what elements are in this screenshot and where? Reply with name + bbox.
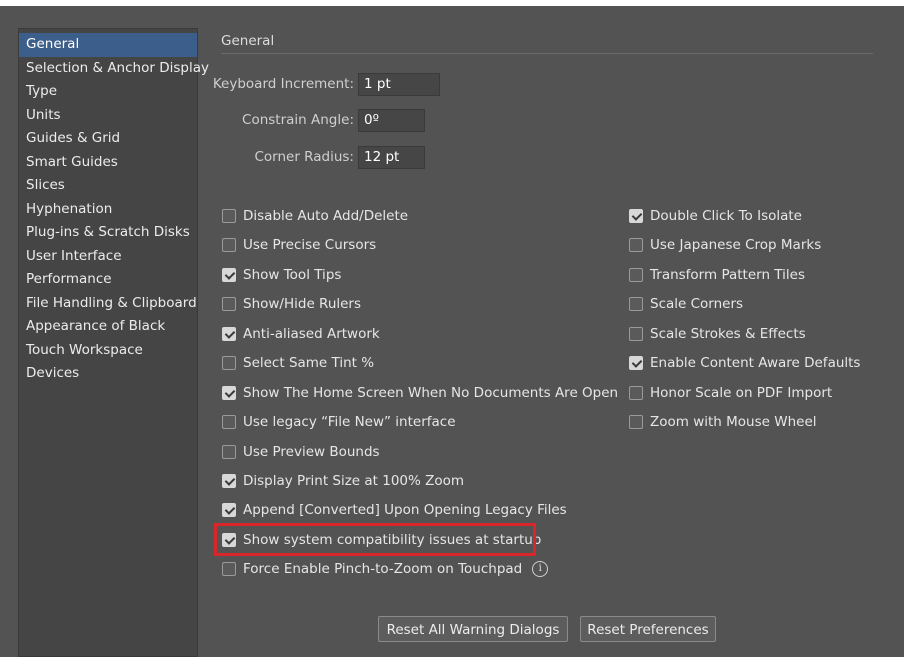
option-label: Force Enable Pinch-to-Zoom on Touchpad [243, 561, 523, 577]
sidebar-item-type[interactable]: Type [19, 80, 197, 104]
checkbox[interactable] [222, 238, 236, 252]
option-use-preview-bounds[interactable]: Use Preview Bounds [222, 441, 380, 463]
option-label: Disable Auto Add/Delete [243, 208, 409, 224]
option-label: Anti-aliased Artwork [243, 326, 380, 342]
keyboard-increment-label: Keyboard Increment: [212, 76, 354, 92]
checkbox[interactable] [222, 415, 236, 429]
highlight-annotation [214, 523, 536, 556]
checkbox[interactable] [222, 445, 236, 459]
option-disable-auto-add-delete[interactable]: Disable Auto Add/Delete [222, 205, 408, 227]
constrain-angle-input[interactable]: 0º [358, 109, 425, 132]
checkbox[interactable] [222, 356, 236, 370]
option-append-converted[interactable]: Append [Converted] Upon Opening Legacy F… [222, 499, 567, 521]
reset-all-warning-dialogs-button[interactable]: Reset All Warning Dialogs [378, 616, 568, 642]
option-show-tool-tips[interactable]: Show Tool Tips [222, 264, 341, 286]
option-force-pinch-to-zoom[interactable]: Force Enable Pinch-to-Zoom on Touchpad i [222, 558, 549, 580]
sidebar-item-guides-grid[interactable]: Guides & Grid [19, 127, 197, 151]
option-show-hide-rulers[interactable]: Show/Hide Rulers [222, 293, 361, 315]
option-double-click-to-isolate[interactable]: Double Click To Isolate [629, 205, 802, 227]
checkbox[interactable] [629, 238, 643, 252]
window-top-strip [0, 0, 904, 6]
option-label: Transform Pattern Tiles [650, 267, 805, 283]
option-scale-corners[interactable]: Scale Corners [629, 293, 743, 315]
checkbox[interactable] [222, 327, 236, 341]
option-use-precise-cursors[interactable]: Use Precise Cursors [222, 234, 376, 256]
keyboard-increment-input[interactable]: 1 pt [358, 73, 440, 96]
checkbox[interactable] [629, 327, 643, 341]
option-label: Show Tool Tips [243, 267, 342, 283]
checkbox[interactable] [222, 209, 236, 223]
checkbox[interactable] [222, 562, 236, 576]
section-title: General [221, 33, 275, 49]
sidebar-item-units[interactable]: Units [19, 104, 197, 128]
checkbox[interactable] [222, 474, 236, 488]
checkbox[interactable] [222, 297, 236, 311]
sidebar-item-selection-anchor-display[interactable]: Selection & Anchor Display [19, 57, 209, 81]
option-anti-aliased-artwork[interactable]: Anti-aliased Artwork [222, 323, 380, 345]
option-select-same-tint[interactable]: Select Same Tint % [222, 352, 374, 374]
option-label: Use Japanese Crop Marks [650, 237, 822, 253]
corner-radius-input[interactable]: 12 pt [358, 146, 425, 169]
option-label: Double Click To Isolate [650, 208, 802, 224]
preferences-sidebar: General Selection & Anchor Display Type … [18, 28, 209, 657]
constrain-angle-label: Constrain Angle: [242, 112, 354, 128]
corner-radius-label: Corner Radius: [254, 149, 354, 165]
option-label: Show/Hide Rulers [243, 296, 362, 312]
option-scale-strokes-effects[interactable]: Scale Strokes & Effects [629, 323, 806, 345]
sidebar-item-slices[interactable]: Slices [19, 174, 197, 198]
sidebar-item-user-interface[interactable]: User Interface [19, 245, 197, 269]
sidebar-item-file-handling-clipboard[interactable]: File Handling & Clipboard [19, 292, 197, 316]
option-show-home-screen[interactable]: Show The Home Screen When No Documents A… [222, 382, 618, 404]
sidebar-item-appearance-of-black[interactable]: Appearance of Black [19, 315, 197, 339]
option-label: Show The Home Screen When No Documents A… [243, 385, 619, 401]
sidebar-item-hyphenation[interactable]: Hyphenation [19, 198, 197, 222]
sidebar-item-smart-guides[interactable]: Smart Guides [19, 151, 197, 175]
sidebar-item-plugins-scratch-disks[interactable]: Plug-ins & Scratch Disks [19, 221, 197, 245]
checkbox[interactable] [222, 386, 236, 400]
option-label: Enable Content Aware Defaults [650, 355, 861, 371]
option-zoom-with-mouse-wheel[interactable]: Zoom with Mouse Wheel [629, 411, 817, 433]
option-label: Scale Strokes & Effects [650, 326, 806, 342]
option-label: Select Same Tint % [243, 355, 375, 371]
checkbox[interactable] [629, 386, 643, 400]
checkbox[interactable] [629, 209, 643, 223]
option-label: Honor Scale on PDF Import [650, 385, 833, 401]
option-display-print-size[interactable]: Display Print Size at 100% Zoom [222, 470, 464, 492]
option-use-legacy-file-new[interactable]: Use legacy “File New” interface [222, 411, 456, 433]
section-divider [221, 53, 873, 54]
option-label: Use Preview Bounds [243, 444, 380, 460]
sidebar-item-general[interactable]: General [19, 33, 197, 57]
checkbox[interactable] [629, 415, 643, 429]
option-label: Use legacy “File New” interface [243, 414, 456, 430]
checkbox[interactable] [629, 356, 643, 370]
checkbox[interactable] [629, 268, 643, 282]
sidebar-list: General Selection & Anchor Display Type … [19, 29, 209, 386]
reset-preferences-button[interactable]: Reset Preferences [580, 616, 716, 642]
info-icon[interactable]: i [532, 561, 549, 577]
option-label: Zoom with Mouse Wheel [650, 414, 817, 430]
option-label: Display Print Size at 100% Zoom [243, 473, 465, 489]
sidebar-item-touch-workspace[interactable]: Touch Workspace [19, 339, 197, 363]
option-label: Scale Corners [650, 296, 744, 312]
option-enable-content-aware-defaults[interactable]: Enable Content Aware Defaults [629, 352, 860, 374]
sidebar-item-performance[interactable]: Performance [19, 268, 197, 292]
sidebar-item-devices[interactable]: Devices [19, 362, 197, 386]
option-label: Use Precise Cursors [243, 237, 377, 253]
option-use-japanese-crop-marks[interactable]: Use Japanese Crop Marks [629, 234, 821, 256]
option-label: Append [Converted] Upon Opening Legacy F… [243, 502, 567, 518]
checkbox[interactable] [222, 503, 236, 517]
option-honor-scale-pdf-import[interactable]: Honor Scale on PDF Import [629, 382, 832, 404]
option-transform-pattern-tiles[interactable]: Transform Pattern Tiles [629, 264, 805, 286]
checkbox[interactable] [222, 268, 236, 282]
checkbox[interactable] [629, 297, 643, 311]
